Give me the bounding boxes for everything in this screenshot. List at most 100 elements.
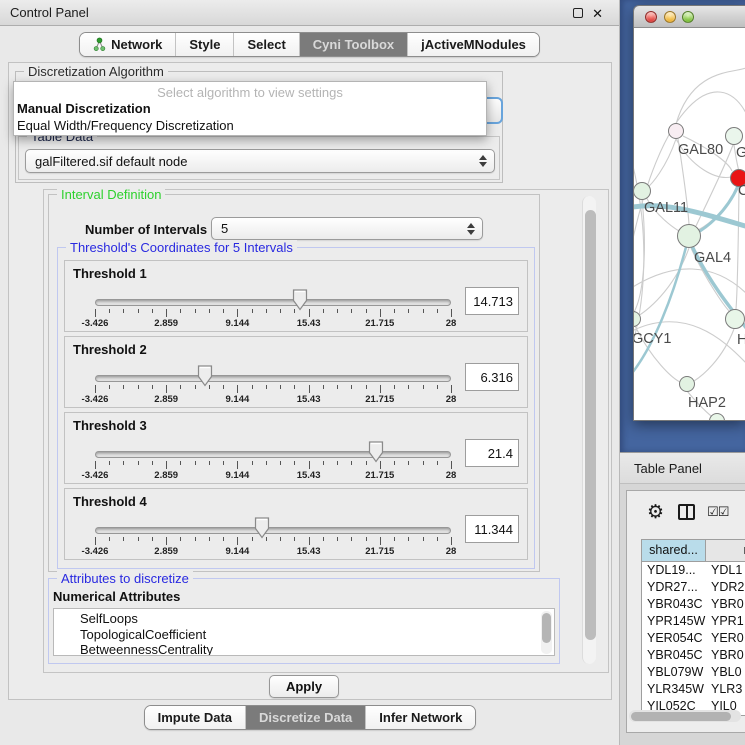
tab-style[interactable]: Style bbox=[175, 33, 233, 56]
table-panel: ⚙ ☑☑ shared...na YDL19...YDL1YDR27...YDR… bbox=[620, 484, 745, 745]
minimize-traffic-light-icon[interactable] bbox=[664, 11, 676, 23]
threshold-slider-track[interactable] bbox=[95, 451, 451, 458]
bottom-tabbar: Impute Data Discretize Data Infer Network bbox=[0, 702, 620, 745]
tab-cyni-toolbox[interactable]: Cyni Toolbox bbox=[299, 33, 407, 56]
threshold-value-field[interactable]: 6.316 bbox=[465, 363, 519, 391]
table-row[interactable]: YBR045CYBR0 bbox=[642, 647, 745, 664]
threshold-slider-thumb[interactable] bbox=[254, 517, 270, 539]
apply-button[interactable]: Apply bbox=[269, 675, 339, 698]
network-edge-highlighted bbox=[695, 186, 738, 234]
threshold-label: Threshold 1 bbox=[73, 266, 147, 281]
network-edge bbox=[736, 187, 739, 309]
network-node[interactable] bbox=[678, 225, 701, 248]
table-cell: YDR27... bbox=[642, 579, 706, 596]
tab-impute-data[interactable]: Impute Data bbox=[145, 706, 245, 729]
thresholds-group: Threshold's Coordinates for 5 Intervals … bbox=[57, 247, 535, 569]
tab-infer-network[interactable]: Infer Network bbox=[365, 706, 475, 729]
spinner-arrows-icon bbox=[479, 155, 487, 167]
threshold-slider-thumb[interactable] bbox=[368, 441, 384, 463]
close-icon[interactable]: ✕ bbox=[592, 7, 603, 20]
close-traffic-light-icon[interactable] bbox=[645, 11, 657, 23]
node-label: GAL11 bbox=[644, 200, 688, 216]
spinner-arrows-icon bbox=[467, 223, 475, 235]
network-node[interactable] bbox=[669, 124, 684, 139]
network-edge bbox=[634, 269, 745, 293]
threshold-value-field[interactable]: 14.713 bbox=[465, 287, 519, 315]
threshold-slider-thumb[interactable] bbox=[197, 365, 213, 387]
network-view[interactable]: GAL80GACGAL11GAL4GCY1HHAP2 bbox=[634, 28, 745, 421]
node-table: shared...na YDL19...YDL1YDR27...YDR2YBR0… bbox=[641, 539, 745, 716]
table-cell: YLR3 bbox=[706, 681, 745, 698]
network-node[interactable] bbox=[726, 310, 745, 329]
table-data-select[interactable]: galFiltered.sif default node bbox=[25, 149, 495, 173]
control-panel-titlebar: Control Panel ✕ bbox=[0, 0, 619, 26]
threshold-4-panel: Threshold 4-3.4262.8599.14415.4321.71528… bbox=[64, 488, 528, 560]
dropdown-item-manual-discretization[interactable]: Manual Discretization bbox=[14, 100, 486, 117]
network-node[interactable] bbox=[680, 377, 695, 392]
attribute-item[interactable]: TopologicalCoefficient bbox=[54, 627, 554, 643]
table-row[interactable]: YBR043CYBR0 bbox=[642, 596, 745, 613]
tab-label: Discretize Data bbox=[259, 710, 352, 725]
right-side: GAL80GACGAL11GAL4GCY1HHAP2 Table Panel ⚙… bbox=[620, 0, 745, 745]
slider-ticks bbox=[95, 537, 451, 545]
table-row[interactable]: YPR145WYPR1 bbox=[642, 613, 745, 630]
network-node[interactable] bbox=[726, 128, 743, 145]
table-row[interactable]: YBL079WYBL0 bbox=[642, 664, 745, 681]
float-window-icon[interactable] bbox=[573, 8, 583, 18]
column-header[interactable]: shared... bbox=[642, 540, 706, 561]
tab-label: jActiveMNodules bbox=[421, 37, 526, 52]
slider-tick-labels: -3.4262.8599.14415.4321.71528 bbox=[95, 394, 451, 406]
checkboxes-icon[interactable]: ☑☑ bbox=[707, 504, 728, 520]
table-data-box: Table Data galFiltered.sif default node bbox=[18, 136, 500, 180]
threshold-slider-thumb[interactable] bbox=[292, 289, 308, 311]
table-cell: YPR1 bbox=[706, 613, 745, 630]
slider-ticks bbox=[95, 385, 451, 393]
threshold-slider-track[interactable] bbox=[95, 375, 451, 382]
number-of-intervals-spinner[interactable]: 5 bbox=[211, 217, 483, 240]
tab-label: Style bbox=[189, 37, 220, 52]
node-label: GCY1 bbox=[634, 331, 672, 347]
threshold-label: Threshold 3 bbox=[73, 418, 147, 433]
control-panel-title: Control Panel bbox=[0, 5, 89, 20]
tab-select[interactable]: Select bbox=[233, 33, 298, 56]
attribute-item[interactable]: SelfLoops bbox=[54, 611, 554, 627]
attributes-scrollbar[interactable] bbox=[541, 611, 552, 654]
control-panel-content: Discretization Algorithm Table Data galF… bbox=[8, 62, 612, 700]
network-node[interactable] bbox=[634, 183, 651, 200]
table-panel-titlebar: Table Panel bbox=[620, 452, 745, 484]
thresholds-group-title: Threshold's Coordinates for 5 Intervals bbox=[66, 240, 297, 255]
top-tab-group: Network Style SelectCyni Toolbox jActiveMNo… bbox=[79, 32, 540, 57]
table-cell: YER0 bbox=[706, 630, 745, 647]
table-horizontal-scrollbar[interactable] bbox=[629, 710, 741, 722]
table-row[interactable]: YDL19...YDL1 bbox=[642, 562, 745, 579]
attribute-item[interactable]: BetweennessCentrality bbox=[54, 642, 554, 656]
table-row[interactable]: YLR345WYLR3 bbox=[642, 681, 745, 698]
interval-definition-title: Interval Definition bbox=[57, 187, 165, 202]
threshold-value-field[interactable]: 21.4 bbox=[465, 439, 519, 467]
zoom-traffic-light-icon[interactable] bbox=[682, 11, 694, 23]
dropdown-item-equal-width-frequency[interactable]: Equal Width/Frequency Discretization bbox=[14, 117, 486, 134]
threshold-value-field[interactable]: 11.344 bbox=[465, 515, 519, 543]
network-edge bbox=[694, 329, 734, 381]
threshold-slider-track[interactable] bbox=[95, 299, 451, 306]
table-cell: YBL0 bbox=[706, 664, 745, 681]
threshold-label: Threshold 2 bbox=[73, 342, 147, 357]
table-row[interactable]: YER054CYER0 bbox=[642, 630, 745, 647]
tab-discretize-data[interactable]: Discretize Data bbox=[245, 706, 365, 729]
columns-icon[interactable] bbox=[678, 504, 695, 520]
column-header[interactable]: na bbox=[706, 540, 745, 561]
network-window-titlebar bbox=[634, 6, 745, 28]
threshold-slider-track[interactable] bbox=[95, 527, 451, 534]
tab-network[interactable]: Network bbox=[80, 33, 175, 56]
tab-jactivemnodules[interactable]: jActiveMNodules bbox=[407, 33, 539, 56]
table-cell: YBR0 bbox=[706, 596, 745, 613]
table-panel-inner: ⚙ ☑☑ shared...na YDL19...YDL1YDR27...YDR… bbox=[626, 490, 745, 733]
network-node[interactable] bbox=[710, 414, 725, 422]
gear-icon[interactable]: ⚙ bbox=[647, 503, 664, 522]
settings-scrollbar[interactable] bbox=[582, 196, 596, 664]
interval-definition-group: Interval Definition Number of Intervals … bbox=[48, 194, 540, 572]
network-edge-highlighted bbox=[634, 247, 686, 378]
table-cell: YDL19... bbox=[642, 562, 706, 579]
control-panel-tabbar: Network Style SelectCyni Toolbox jActiveMNo… bbox=[0, 26, 619, 62]
table-row[interactable]: YDR27...YDR2 bbox=[642, 579, 745, 596]
